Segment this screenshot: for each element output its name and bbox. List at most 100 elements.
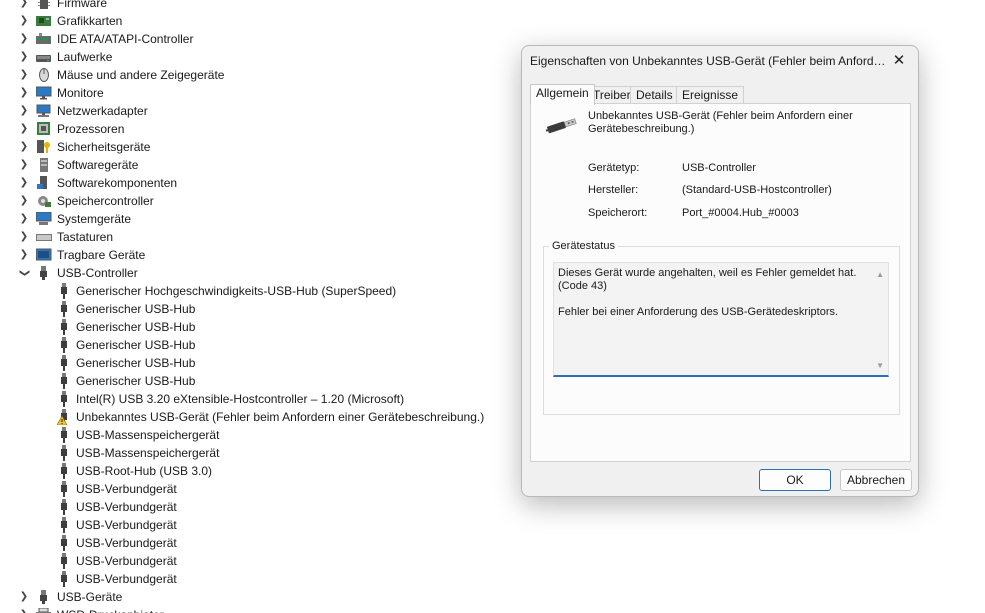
- chevron-right-icon[interactable]: ❯: [18, 588, 30, 606]
- tree-category[interactable]: ❯ Tastaturen: [0, 228, 515, 246]
- tree-category-label: Laufwerke: [57, 50, 113, 64]
- chevron-right-icon[interactable]: ❯: [18, 30, 30, 48]
- tree-item[interactable]: Generischer USB-Hub: [0, 300, 515, 318]
- usb-warning-icon: [56, 409, 71, 426]
- usb-device-icon: [36, 590, 52, 604]
- chevron-right-icon[interactable]: ❯: [18, 192, 30, 210]
- tree-category[interactable]: ❯ Netzwerkadapter: [0, 102, 515, 120]
- chevron-right-icon[interactable]: ❯: [18, 12, 30, 30]
- tree-category[interactable]: ❯ Laufwerke: [0, 48, 515, 66]
- tree-category-label: Grafikkarten: [57, 14, 123, 28]
- disk-drive-icon: [36, 50, 52, 64]
- tree-item[interactable]: Generischer Hochgeschwindigkeits-USB-Hub…: [0, 282, 515, 300]
- usb-controller-icon: [36, 266, 52, 280]
- scroll-up-icon[interactable]: ▲: [876, 268, 884, 281]
- device-type-value: USB-Controller: [682, 162, 756, 174]
- usb-icon: [57, 571, 71, 587]
- tree-item-unknown-usb-device[interactable]: Unbekanntes USB-Gerät (Fehler beim Anfor…: [0, 408, 515, 426]
- tree-item-label: Intel(R) USB 3.20 eXtensible-Hostcontrol…: [76, 392, 405, 406]
- tree-category[interactable]: ❯ Grafikkarten: [0, 12, 515, 30]
- tab-details[interactable]: Details: [630, 86, 679, 104]
- tree-item-label: USB-Massenspeichergerät: [76, 428, 220, 442]
- software-device-icon: [36, 158, 52, 172]
- tree-item[interactable]: USB-Verbundgerät: [0, 552, 515, 570]
- tree-item-label: Generischer USB-Hub: [76, 338, 196, 352]
- tab-allgemein[interactable]: Allgemein: [530, 84, 595, 105]
- tree-item[interactable]: USB-Root-Hub (USB 3.0): [0, 462, 515, 480]
- tree-item[interactable]: Generischer USB-Hub: [0, 372, 515, 390]
- chevron-right-icon[interactable]: ❯: [18, 228, 30, 246]
- chevron-right-icon[interactable]: ❯: [18, 210, 30, 228]
- tree-category[interactable]: ❯ Monitore: [0, 84, 515, 102]
- tree-item[interactable]: Intel(R) USB 3.20 eXtensible-Hostcontrol…: [0, 390, 515, 408]
- status-text-line2: (Code 43): [558, 280, 607, 292]
- cancel-button[interactable]: Abbrechen: [840, 469, 912, 491]
- tree-item[interactable]: USB-Massenspeichergerät: [0, 426, 515, 444]
- tree-category-label: WSD-Druckanbieter: [57, 606, 164, 613]
- tree-item-label: Generischer USB-Hub: [76, 302, 196, 316]
- keyboard-icon: [36, 230, 52, 244]
- tree-category[interactable]: ❯ Prozessoren: [0, 120, 515, 138]
- tree-item[interactable]: Generischer USB-Hub: [0, 318, 515, 336]
- tree-category[interactable]: ❯ Systemgeräte: [0, 210, 515, 228]
- tree-item[interactable]: Generischer USB-Hub: [0, 354, 515, 372]
- tree-item[interactable]: USB-Verbundgerät: [0, 498, 515, 516]
- device-status-textbox[interactable]: Dieses Gerät wurde angehalten, weil es F…: [553, 262, 889, 377]
- chevron-right-icon[interactable]: ❯: [18, 66, 30, 84]
- tree-category[interactable]: ❯ Sicherheitsgeräte: [0, 138, 515, 156]
- chevron-right-icon[interactable]: ❯: [18, 246, 30, 264]
- tree-category-label: Softwaregeräte: [57, 158, 139, 172]
- manufacturer-label: Hersteller:: [588, 184, 639, 196]
- storage-controller-icon: [36, 194, 52, 208]
- ok-button[interactable]: OK: [759, 469, 831, 491]
- close-icon[interactable]: ✕: [888, 50, 910, 72]
- chevron-right-icon[interactable]: ❯: [18, 606, 30, 613]
- tree-category-label: USB-Geräte: [57, 590, 123, 604]
- usb-icon: [57, 445, 71, 461]
- tree-item[interactable]: USB-Verbundgerät: [0, 570, 515, 588]
- chevron-right-icon[interactable]: ❯: [18, 120, 30, 138]
- scroll-down-icon[interactable]: ▼: [876, 359, 884, 372]
- usb-icon: [57, 391, 71, 407]
- firmware-icon: [36, 0, 52, 10]
- tree-item-label: Generischer USB-Hub: [76, 320, 196, 334]
- usb-icon: [57, 283, 71, 299]
- usb-icon: [57, 319, 71, 335]
- network-adapter-icon: [36, 104, 52, 118]
- tree-category[interactable]: ❯ WSD-Druckanbieter: [0, 606, 515, 613]
- chevron-right-icon[interactable]: ❯: [18, 174, 30, 192]
- usb-icon: [57, 373, 71, 389]
- chevron-right-icon[interactable]: ❯: [18, 48, 30, 66]
- tree-category[interactable]: ❯ IDE ATA/ATAPI-Controller: [0, 30, 515, 48]
- chevron-right-icon[interactable]: ❯: [18, 84, 30, 102]
- tree-item[interactable]: USB-Verbundgerät: [0, 534, 515, 552]
- chevron-right-icon[interactable]: ❯: [18, 102, 30, 120]
- tree-item[interactable]: USB-Massenspeichergerät: [0, 444, 515, 462]
- chevron-right-icon[interactable]: ❯: [18, 0, 30, 12]
- tree-category[interactable]: ❯ USB-Geräte: [0, 588, 515, 606]
- tree-category[interactable]: ❯ Mäuse und andere Zeigegeräte: [0, 66, 515, 84]
- tree-category-label: Systemgeräte: [57, 212, 132, 226]
- usb-icon: [57, 355, 71, 371]
- chevron-down-icon[interactable]: ❯: [15, 267, 33, 279]
- tree-item-label: Generischer USB-Hub: [76, 374, 196, 388]
- tree-category-usb-controller[interactable]: ❯ USB-Controller: [0, 264, 515, 282]
- usb-icon: [57, 535, 71, 551]
- tree-category[interactable]: ❯ Speichercontroller: [0, 192, 515, 210]
- tree-item[interactable]: USB-Verbundgerät: [0, 516, 515, 534]
- tab-ereignisse[interactable]: Ereignisse: [676, 86, 745, 104]
- tree-category[interactable]: ❯ Firmware: [0, 0, 515, 12]
- tree-category-label: IDE ATA/ATAPI-Controller: [57, 32, 194, 46]
- tree-category[interactable]: ❯ Softwaregeräte: [0, 156, 515, 174]
- tree-category[interactable]: ❯ Tragbare Geräte: [0, 246, 515, 264]
- dialog-title: Eigenschaften von Unbekanntes USB-Gerät …: [530, 54, 890, 68]
- tree-category[interactable]: ❯ Softwarekomponenten: [0, 174, 515, 192]
- chevron-right-icon[interactable]: ❯: [18, 156, 30, 174]
- tree-category-label: Speichercontroller: [57, 194, 154, 208]
- location-label: Speicherort:: [588, 207, 648, 219]
- chevron-right-icon[interactable]: ❯: [18, 138, 30, 156]
- tree-item-label: USB-Verbundgerät: [76, 518, 177, 532]
- device-tree: ❯ Firmware ❯ Grafikkarten ❯ IDE ATA/ATAPI-Con…: [0, 0, 515, 613]
- tree-item[interactable]: USB-Verbundgerät: [0, 480, 515, 498]
- tree-item[interactable]: Generischer USB-Hub: [0, 336, 515, 354]
